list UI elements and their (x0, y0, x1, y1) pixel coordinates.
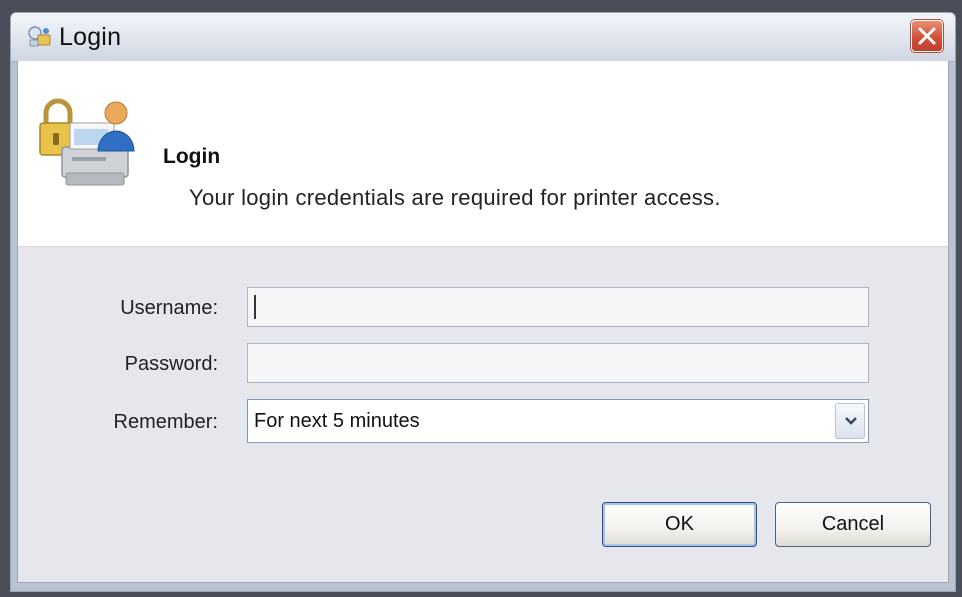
login-dialog: Login Login Your login credentials are r… (10, 12, 956, 592)
header-panel: Login Your login credentials are require… (18, 61, 948, 247)
remember-label: Remember: (113, 411, 218, 433)
cancel-button[interactable]: Cancel (775, 502, 931, 547)
dropdown-button[interactable] (835, 403, 865, 439)
username-field[interactable] (247, 287, 869, 327)
login-key-icon (27, 25, 53, 49)
close-button[interactable] (911, 20, 943, 52)
title-bar[interactable]: Login (11, 13, 955, 62)
remember-selected-value: For next 5 minutes (254, 410, 420, 432)
header-description: Your login credentials are required for … (189, 185, 721, 210)
window-title: Login (59, 23, 122, 51)
remember-dropdown[interactable]: For next 5 minutes (247, 399, 869, 443)
text-caret (254, 295, 256, 319)
chevron-down-icon (845, 417, 857, 425)
password-label: Password: (124, 353, 218, 375)
dialog-content: Login Your login credentials are require… (17, 61, 949, 583)
printer-lock-user-icon (32, 81, 142, 191)
username-label: Username: (120, 297, 218, 319)
ok-button[interactable]: OK (602, 502, 757, 547)
password-field[interactable] (247, 343, 869, 383)
close-icon (918, 27, 936, 45)
header-title: Login (163, 145, 221, 168)
